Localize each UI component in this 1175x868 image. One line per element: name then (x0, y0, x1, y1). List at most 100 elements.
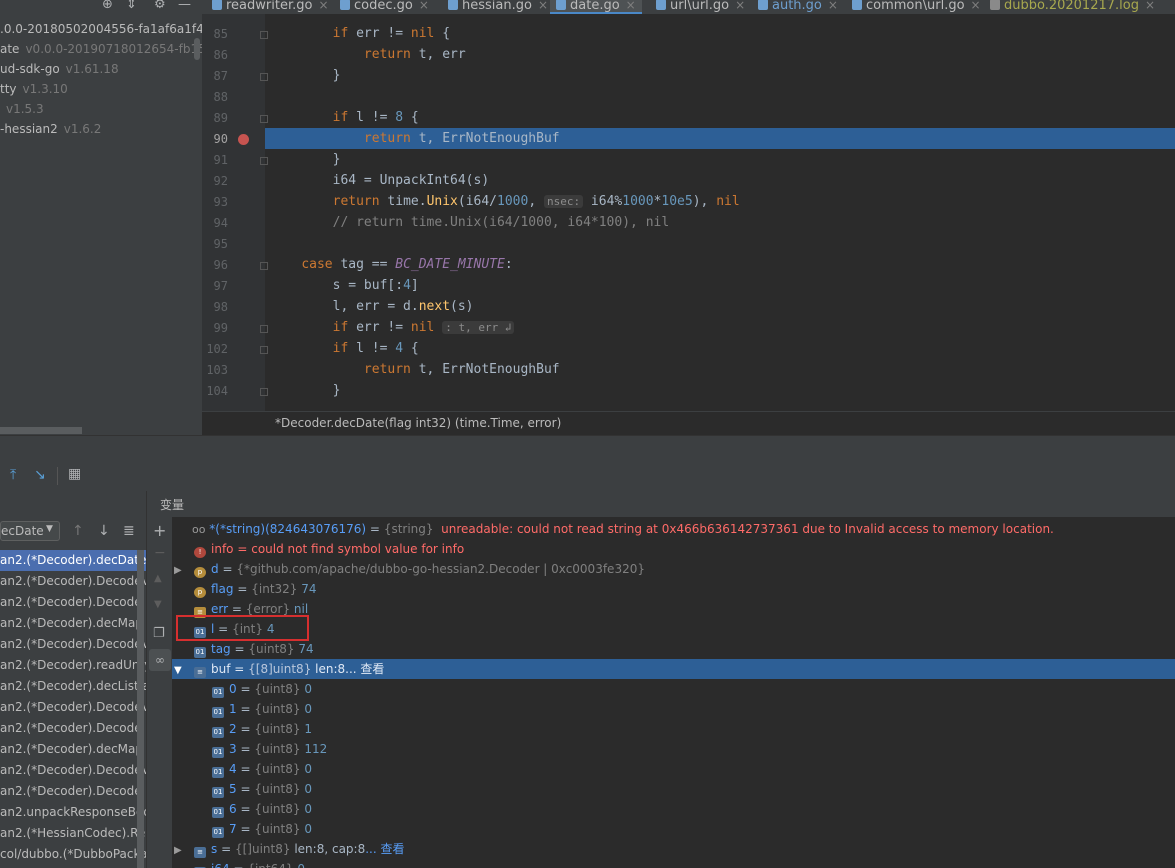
arrow-down-icon[interactable]: ↓ (98, 523, 110, 539)
variables-tree: oo *(*string)(824643076176) = {string} u… (172, 517, 1175, 868)
close-icon[interactable]: × (626, 0, 636, 12)
tree-item[interactable]: ud-sdk-go v1.61.18 (0, 59, 119, 79)
close-icon[interactable]: × (538, 0, 548, 12)
tree-scrollbar[interactable] (194, 38, 200, 60)
gear-icon[interactable]: ⚙ (154, 0, 166, 12)
fold-icon[interactable] (260, 157, 268, 165)
variable-row[interactable]: 01 l = {int} 4 (172, 619, 1175, 639)
code-line: return t, err (363, 47, 466, 62)
close-icon[interactable]: × (1145, 0, 1155, 12)
tree-item[interactable]: -hessian2 v1.6.2 (0, 119, 101, 139)
tab-codec[interactable]: codec.go × (340, 0, 429, 14)
variables-tab-label[interactable]: 变量 (160, 496, 184, 513)
copy-icon[interactable]: ❐ (153, 626, 165, 641)
tree-horizontal-scrollbar[interactable] (0, 427, 82, 434)
tree-item[interactable]: v1.5.3 (0, 99, 44, 119)
variable-row[interactable]: oo *(*string)(824643076176) = {string} u… (172, 519, 1175, 539)
fold-icon[interactable] (260, 73, 268, 81)
stack-frame[interactable]: col/dubbo.(*DubboPacka (0, 844, 146, 865)
fold-icon[interactable] (260, 325, 268, 333)
thread-selector[interactable]: ecDate ▼ (0, 521, 60, 541)
stack-frame[interactable]: an2.(*Decoder).decDate at (0, 550, 146, 571)
expand-arrow-icon[interactable]: ▶ (174, 841, 186, 861)
move-up-icon[interactable]: ▲ (154, 573, 162, 584)
stack-frame[interactable]: an2.(*Decoder).DecodeVa (0, 571, 146, 592)
array-element-row[interactable]: 01 3 = {uint8} 112 (172, 739, 1175, 759)
fold-icon[interactable] (260, 262, 268, 270)
move-down-icon[interactable]: ▼ (154, 599, 162, 610)
stack-frame[interactable]: an2.(*HessianCodec).Read (0, 823, 146, 844)
add-watch-icon[interactable]: + (153, 521, 166, 540)
arrow-up-icon[interactable]: ↑ (72, 523, 84, 539)
stack-frame[interactable]: an2.(*Decoder).Decode at (0, 718, 146, 739)
array-element-row[interactable]: 01 4 = {uint8} 0 (172, 759, 1175, 779)
fold-icon[interactable] (260, 115, 268, 123)
minimize-icon[interactable]: — (178, 0, 191, 12)
view-link[interactable]: ... 查看 (345, 662, 384, 676)
go-file-icon (556, 0, 566, 10)
breadcrumb[interactable]: *Decoder.decDate(flag int32) (time.Time,… (202, 411, 1175, 436)
variable-row[interactable]: ▶ p d = {*github.com/apache/dubbo-go-hessi… (172, 559, 1175, 579)
variable-row[interactable]: ▼ ≡ buf = {[8]uint8} len:8... 查看 (172, 659, 1175, 679)
tree-item[interactable]: .0.0-20180502004556-fa1af6a1f4f5 (0, 19, 202, 39)
code-line: i64 = UnpackInt64(s) (270, 173, 490, 188)
evaluate-icon[interactable]: ▦ (68, 466, 81, 482)
stack-frame[interactable]: an2.(*Decoder).Decode at (0, 592, 146, 613)
array-element-row[interactable]: 01 7 = {uint8} 0 (172, 819, 1175, 839)
stack-frame[interactable]: an2.unpackResponseBody (0, 802, 146, 823)
array-element-row[interactable]: 01 6 = {uint8} 0 (172, 799, 1175, 819)
stack-frame[interactable]: an2.(*Decoder).decMap a (0, 739, 146, 760)
array-element-row[interactable]: 01 0 = {uint8} 0 (172, 679, 1175, 699)
breakpoint-icon[interactable] (238, 134, 249, 145)
expand-arrow-icon[interactable]: ▼ (174, 661, 186, 681)
stack-frame[interactable]: an2.(*Decoder).decMap a (0, 613, 146, 634)
step-out-icon[interactable]: ⤒ (10, 467, 16, 483)
array-element-row[interactable]: 01 1 = {uint8} 0 (172, 699, 1175, 719)
stack-frame[interactable]: an2.(*Decoder).DecodeVa (0, 760, 146, 781)
variable-row[interactable]: 01 tag = {uint8} 74 (172, 639, 1175, 659)
glasses-icon[interactable]: ∞ (149, 649, 171, 671)
stack-frame[interactable]: an2.(*Decoder).DecodeVa (0, 697, 146, 718)
fold-icon[interactable] (260, 31, 268, 39)
fold-icon[interactable] (260, 346, 268, 354)
locate-icon[interactable]: ⊕ (102, 0, 113, 12)
view-link[interactable]: ... 查看 (365, 842, 404, 856)
go-file-icon (340, 0, 350, 10)
array-element-row[interactable]: 01 2 = {uint8} 1 (172, 719, 1175, 739)
filter-icon[interactable]: ≣ (123, 523, 135, 539)
close-icon[interactable]: × (735, 0, 745, 12)
fold-icon[interactable] (260, 388, 268, 396)
variable-row[interactable]: ≡ err = {error} nil (172, 599, 1175, 619)
line-number: 97 (213, 279, 228, 293)
remove-icon[interactable]: − (154, 545, 166, 561)
code-line: s = buf[:4] (270, 278, 419, 293)
run-to-cursor-icon[interactable]: ↘ (34, 467, 46, 483)
variable-row[interactable]: ▶ ≡ s = {[]uint8} len:8, cap:8... 查看 (172, 839, 1175, 859)
frames-scrollbar[interactable] (137, 550, 144, 868)
stack-frame[interactable]: an2.(*Decoder).decList at (0, 676, 146, 697)
stack-frame[interactable]: an2.(*Decoder).readUntyp (0, 655, 146, 676)
stack-frame[interactable]: an2.(*Decoder).DecodeVa (0, 634, 146, 655)
close-icon[interactable]: × (828, 0, 838, 12)
tree-item[interactable]: ate v0.0.0-20190718012654-fb15b8 (0, 39, 202, 59)
tab-dubbo-log[interactable]: dubbo.20201217.log × (990, 0, 1155, 14)
tab-common-url[interactable]: common\url.go × (852, 0, 981, 14)
variable-row[interactable]: p flag = {int32} 74 (172, 579, 1175, 599)
tree-item[interactable]: tty v1.3.10 (0, 79, 68, 99)
tab-auth[interactable]: auth.go × (758, 0, 838, 14)
tab-date[interactable]: date.go × (550, 0, 642, 14)
line-number: 91 (213, 153, 228, 167)
variable-row[interactable]: ! info = could not find symbol value for … (172, 539, 1175, 559)
tab-readwriter[interactable]: readwriter.go × (212, 0, 329, 14)
tree-toolbar: ⊕ ⇕ ⚙ — (80, 0, 202, 14)
collapse-icon[interactable]: ⇕ (126, 0, 137, 12)
close-icon[interactable]: × (318, 0, 328, 12)
close-icon[interactable]: × (971, 0, 981, 12)
expand-arrow-icon[interactable]: ▶ (174, 561, 186, 581)
stack-frame[interactable]: an2.(*Decoder).Decode at (0, 781, 146, 802)
variable-row[interactable]: 01i64 = {int64} 0 (172, 859, 1175, 868)
array-element-row[interactable]: 01 5 = {uint8} 0 (172, 779, 1175, 799)
tab-url[interactable]: url\url.go × (656, 0, 745, 14)
close-icon[interactable]: × (419, 0, 429, 12)
tab-hessian[interactable]: hessian.go × (448, 0, 548, 14)
